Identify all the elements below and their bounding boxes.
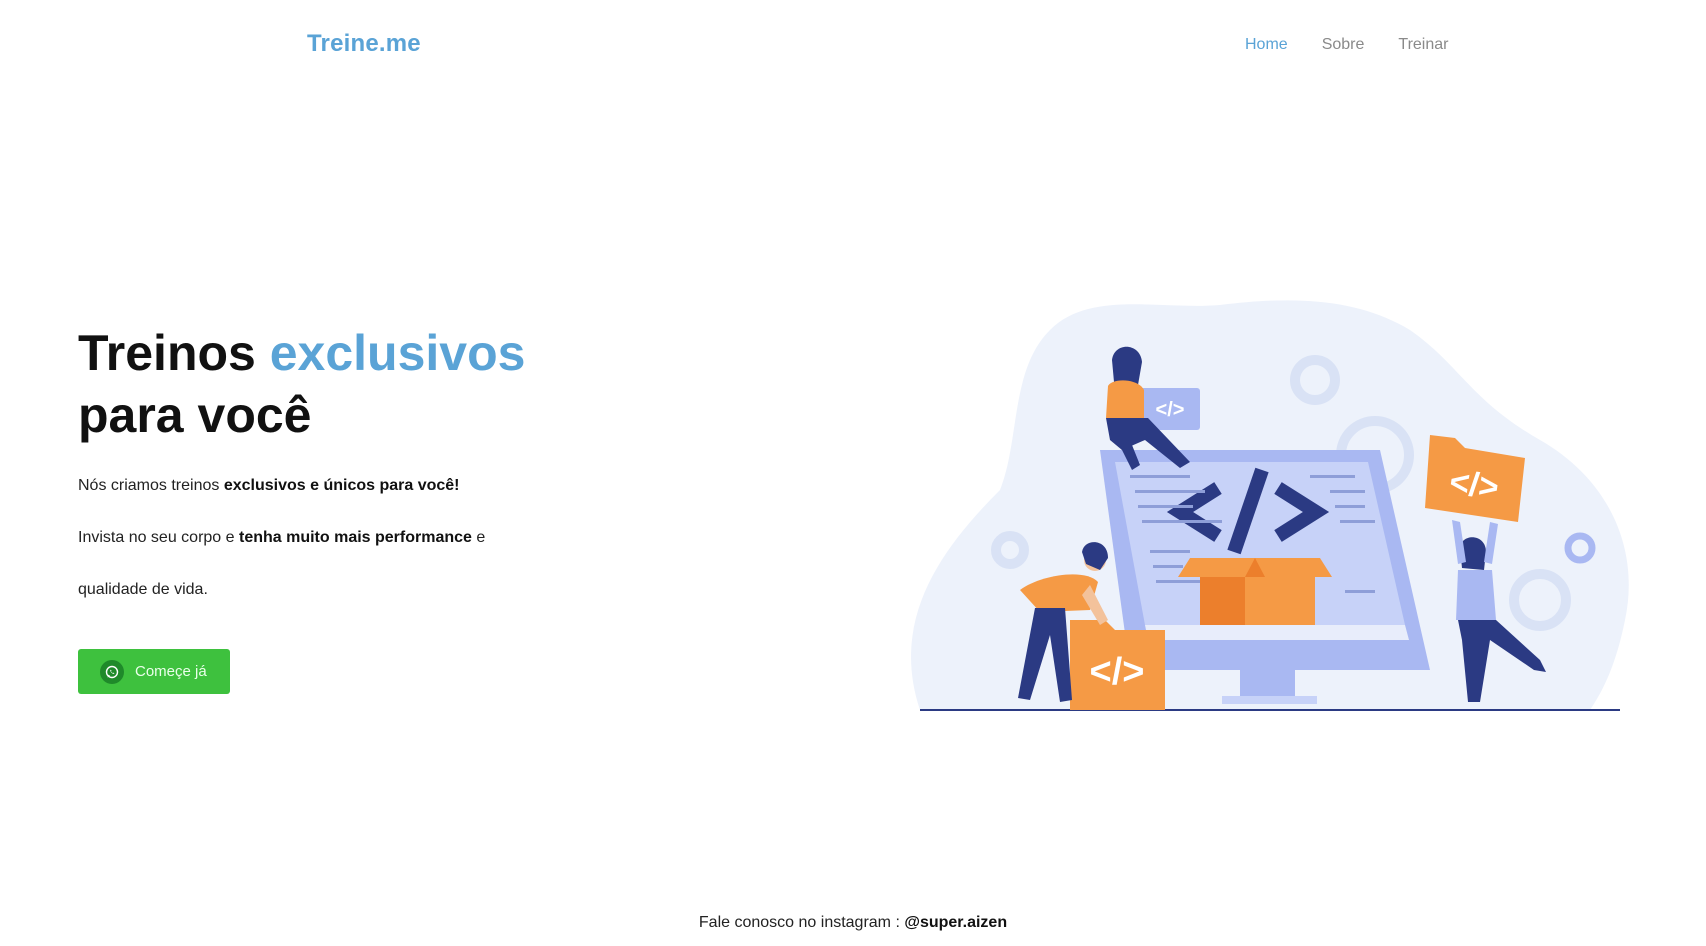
main-nav: Home Sobre Treinar xyxy=(1245,36,1448,54)
svg-text:</>: </> xyxy=(1090,651,1145,693)
footer-text: Fale conosco no instagram : xyxy=(698,914,905,931)
hero-line-3: qualidade de vida. xyxy=(78,581,208,598)
developers-illustration: </> </> </> xyxy=(900,290,1660,725)
hero-line-1-bold: exclusivos e únicos para você! xyxy=(223,477,460,494)
hero-line-2-bold: tenha muito mais performance xyxy=(238,529,472,546)
instagram-handle[interactable]: @super.aizen xyxy=(904,914,1007,931)
start-button[interactable]: Começe já xyxy=(78,649,230,694)
nav-home[interactable]: Home xyxy=(1245,36,1288,54)
hero-line-1: Nós criamos treinos exclusivos e únicos … xyxy=(78,477,460,495)
svg-text:</>: </> xyxy=(1156,399,1185,421)
footer-contact: Fale conosco no instagram : @super.aizen xyxy=(0,914,1706,932)
nav-sobre[interactable]: Sobre xyxy=(1322,36,1365,54)
whatsapp-icon xyxy=(100,659,124,684)
hero-line-2: Invista no seu corpo e tenha muito mais … xyxy=(78,529,485,547)
svg-text:</>: </> xyxy=(1447,463,1501,507)
hero-title-part2: para você xyxy=(78,387,312,443)
monitor-stand xyxy=(1240,670,1295,698)
hero-title-accent: exclusivos xyxy=(269,325,526,381)
nav-treinar[interactable]: Treinar xyxy=(1398,36,1448,54)
folder-code-icon: </> xyxy=(1070,620,1165,710)
start-button-label: Começe já xyxy=(135,663,207,680)
hero-title-part1: Treinos xyxy=(78,325,270,381)
hero-title: Treinos exclusivos para você xyxy=(78,322,678,446)
hero-line-1-text: Nós criamos treinos xyxy=(78,477,224,494)
hero-line-2-suffix: e xyxy=(471,529,486,546)
site-logo[interactable]: Treine.me xyxy=(307,30,421,58)
hero-line-2-text: Invista no seu corpo e xyxy=(78,529,239,546)
